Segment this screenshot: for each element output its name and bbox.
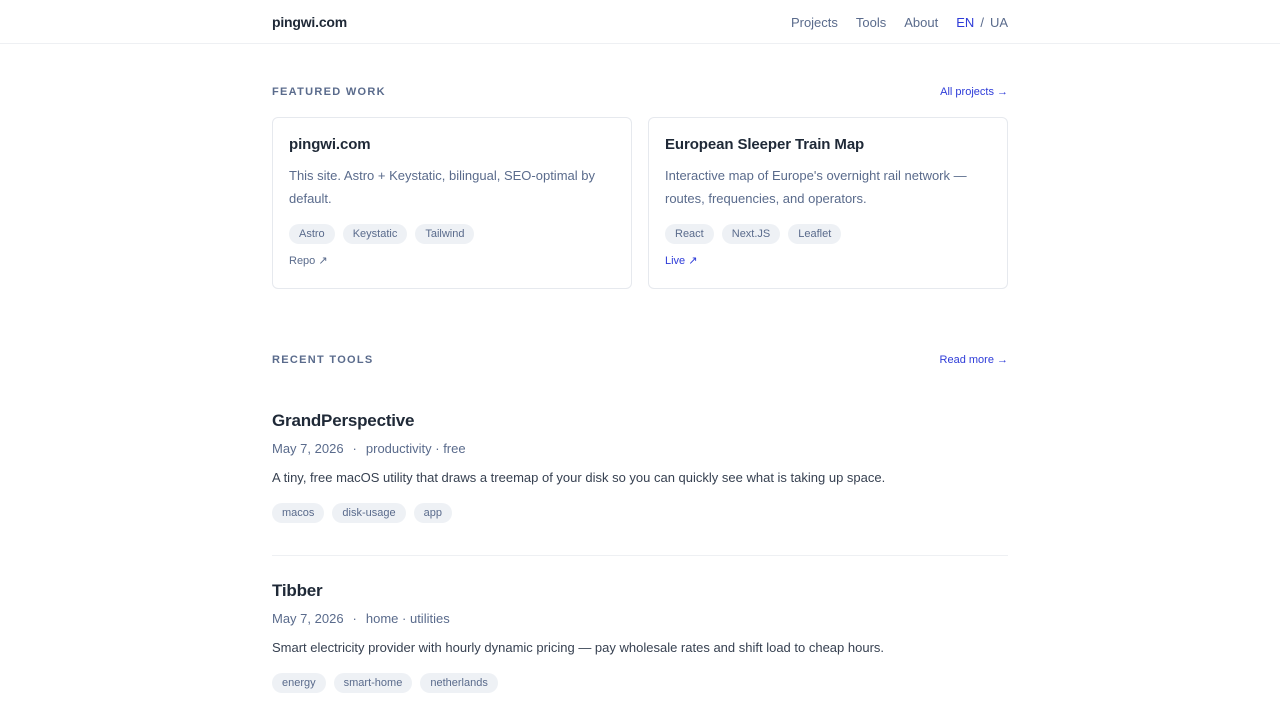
site-logo[interactable]: pingwi.com bbox=[272, 14, 347, 30]
tool-meta: May 7, 2026 · productivity · free bbox=[272, 441, 1008, 457]
project-tags: React Next.JS Leaflet bbox=[665, 224, 991, 244]
main-nav: Projects Tools About EN / UA bbox=[773, 15, 1008, 30]
tag: disk-usage bbox=[332, 503, 406, 523]
language-switcher: EN / UA bbox=[956, 15, 1008, 30]
nav-about[interactable]: About bbox=[904, 15, 938, 30]
project-card: pingwi.com This site. Astro + Keystatic,… bbox=[272, 117, 632, 289]
tool-category: home · utilities bbox=[365, 611, 450, 626]
tool-item: GrandPerspective May 7, 2026 · productivit… bbox=[272, 368, 1008, 556]
project-card: European Sleeper Train Map Interactive m… bbox=[648, 117, 1008, 289]
tag: smart-home bbox=[333, 673, 413, 693]
featured-work-section: FEATURED WORK All projects → pingwi.com … bbox=[272, 84, 1008, 289]
project-cards: pingwi.com This site. Astro + Keystatic,… bbox=[272, 117, 1008, 289]
lang-separator: / bbox=[980, 14, 984, 30]
lang-en[interactable]: EN bbox=[956, 15, 974, 30]
tool-description: Smart electricity provider with hourly d… bbox=[272, 640, 885, 655]
project-title: European Sleeper Train Map bbox=[665, 136, 865, 153]
nav-projects[interactable]: Projects bbox=[791, 15, 838, 30]
tool-date: May 7, 2026 bbox=[272, 611, 344, 626]
meta-separator: · bbox=[352, 611, 357, 626]
tag: netherlands bbox=[420, 673, 498, 693]
recent-title: RECENT TOOLS bbox=[272, 354, 374, 366]
all-projects-link[interactable]: All projects → bbox=[940, 86, 1008, 98]
tag: React bbox=[665, 224, 714, 244]
project-tags: Astro Keystatic Tailwind bbox=[289, 224, 615, 244]
tag: Keystatic bbox=[342, 224, 408, 244]
tool-title[interactable]: GrandPerspective bbox=[272, 410, 1008, 432]
header-inner: pingwi.com Projects Tools About EN / UA bbox=[272, 0, 1008, 44]
tool-title[interactable]: Tibber bbox=[272, 580, 1008, 602]
tag: Astro bbox=[289, 224, 335, 244]
tool-tags: energy smart-home netherlands bbox=[272, 673, 1008, 693]
tag: app bbox=[413, 503, 452, 523]
tool-date: May 7, 2026 bbox=[272, 441, 344, 456]
recent-tools-section: RECENT TOOLS Read more → GrandPerspectiv… bbox=[272, 352, 1008, 693]
project-title: pingwi.com bbox=[289, 136, 371, 153]
project-description: This site. Astro + Keystatic, bilingual,… bbox=[289, 168, 595, 206]
tag: macos bbox=[272, 503, 325, 523]
lang-ua[interactable]: UA bbox=[990, 15, 1008, 30]
nav-tools[interactable]: Tools bbox=[856, 15, 886, 30]
tool-meta: May 7, 2026 · home · utilities bbox=[272, 611, 1008, 627]
tool-description: A tiny, free macOS utility that draws a … bbox=[272, 470, 886, 485]
repo-link[interactable]: Repo ↗ bbox=[289, 254, 328, 267]
featured-header: FEATURED WORK All projects → bbox=[272, 84, 1008, 100]
recent-header: RECENT TOOLS Read more → bbox=[272, 352, 1008, 368]
tool-category: productivity · free bbox=[365, 441, 466, 456]
meta-separator: · bbox=[352, 441, 357, 456]
featured-title: FEATURED WORK bbox=[272, 86, 386, 98]
tool-item: Tibber May 7, 2026 · home · utilities Smar… bbox=[272, 556, 1008, 693]
site-header: pingwi.com Projects Tools About EN / UA bbox=[0, 0, 1280, 44]
tag: Next.JS bbox=[721, 224, 781, 244]
tag: Leaflet bbox=[788, 224, 842, 244]
live-link[interactable]: Live ↗ bbox=[665, 254, 697, 267]
tag: energy bbox=[272, 673, 326, 693]
tool-tags: macos disk-usage app bbox=[272, 503, 1008, 523]
read-more-link[interactable]: Read more → bbox=[940, 354, 1008, 366]
main-content: FEATURED WORK All projects → pingwi.com … bbox=[272, 44, 1008, 693]
tag: Tailwind bbox=[415, 224, 475, 244]
project-description: Interactive map of Europe's overnight ra… bbox=[665, 168, 967, 206]
